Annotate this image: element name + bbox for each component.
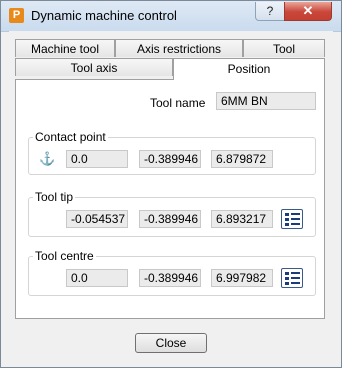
tool-tip-title: Tool tip [33, 190, 76, 204]
tool-tip-y-field: -0.389946 [139, 210, 201, 228]
tool-name-label: Tool name [150, 96, 206, 110]
contact-point-group: Contact point ⚓ 0.0 -0.389946 6.879872 [28, 130, 316, 175]
close-button[interactable]: Close [135, 333, 207, 353]
tool-centre-y-field: -0.389946 [139, 269, 201, 287]
tool-tip-list-icon[interactable] [281, 209, 303, 229]
tab-axis-restrictions[interactable]: Axis restrictions [115, 39, 243, 57]
tool-tip-x-field: -0.054537 [66, 210, 128, 228]
contact-point-x-field: 0.0 [66, 150, 128, 168]
help-button[interactable]: ? [255, 2, 285, 21]
tab-tool-axis[interactable]: Tool axis [15, 58, 173, 76]
tool-name-field: 6MM BN [216, 92, 316, 110]
tool-centre-x-field: 0.0 [66, 269, 128, 287]
dialog-window: P Dynamic machine control ? ✕ Machine to… [0, 0, 342, 368]
position-panel: Tool name 6MM BN Contact point ⚓ 0.0 -0.… [15, 79, 325, 319]
tab-machine-tool[interactable]: Machine tool [15, 39, 115, 57]
tool-tip-group: Tool tip -0.054537 -0.389946 6.893217 [28, 190, 316, 237]
app-icon: P [9, 8, 24, 23]
tool-centre-list-icon[interactable] [281, 268, 303, 288]
contact-point-y-field: -0.389946 [139, 150, 201, 168]
tool-tip-z-field: 6.893217 [211, 210, 273, 228]
tool-centre-z-field: 6.997982 [211, 269, 273, 287]
title-bar[interactable]: P Dynamic machine control ? ✕ [1, 1, 341, 32]
window-title: Dynamic machine control [31, 8, 177, 23]
anchor-icon: ⚓ [39, 151, 56, 166]
tab-tool[interactable]: Tool [243, 39, 325, 57]
tab-position[interactable]: Position [173, 58, 325, 80]
tool-centre-title: Tool centre [33, 249, 96, 263]
window-close-button[interactable]: ✕ [284, 2, 332, 21]
contact-point-z-field: 6.879872 [211, 150, 273, 168]
tool-centre-group: Tool centre 0.0 -0.389946 6.997982 [28, 249, 316, 296]
contact-point-title: Contact point [33, 130, 108, 144]
dialog-client: Machine tool Axis restrictions Tool Tool… [9, 31, 333, 359]
